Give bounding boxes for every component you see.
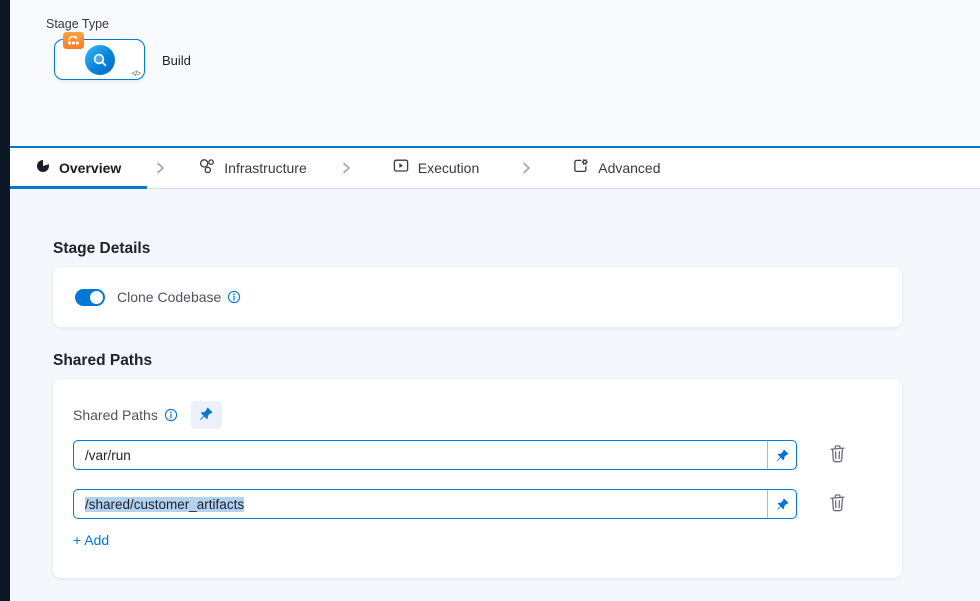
add-path-button[interactable]: + Add [73, 532, 109, 548]
stage-details-card: Clone Codebase [53, 267, 902, 327]
overview-tab-content: Stage Details Clone Codebase Shared Path… [10, 189, 980, 601]
clone-codebase-label: Clone Codebase [117, 289, 221, 305]
tab-overview[interactable]: Overview [10, 148, 147, 188]
chevron-right-icon [153, 148, 167, 188]
overview-icon [36, 159, 50, 178]
runtime-input-pin-button[interactable] [767, 441, 796, 469]
chevron-right-icon [519, 148, 533, 188]
shared-path-input[interactable]: /var/run [73, 440, 797, 470]
shared-paths-pin-button[interactable] [191, 401, 222, 429]
toggle-knob [90, 291, 103, 304]
build-stage-icon [85, 45, 115, 75]
stage-type-label: Stage Type [46, 17, 109, 31]
shared-paths-field-label: Shared Paths [73, 407, 158, 423]
trash-icon [828, 443, 847, 467]
shared-path-value: /shared/customer_artifacts [85, 497, 244, 512]
ci-module-badge-icon [63, 32, 84, 49]
stage-type-value: Build [162, 53, 191, 68]
shared-path-value: /var/run [85, 448, 131, 463]
shared-paths-title: Shared Paths [53, 352, 980, 370]
shared-path-row: /var/run [73, 440, 902, 470]
pin-icon [199, 407, 213, 424]
execution-icon [393, 158, 409, 179]
tab-label: Overview [59, 160, 121, 176]
stage-tab-bar: Overview Infrastructure Execution [10, 146, 980, 189]
shared-path-row: /shared/customer_artifacts [73, 489, 902, 519]
shared-paths-card: Shared Paths [53, 379, 902, 578]
tab-label: Infrastructure [224, 160, 306, 176]
code-icon: </> [131, 69, 140, 78]
tab-label: Execution [418, 160, 479, 176]
tab-label: Advanced [598, 160, 660, 176]
tab-advanced[interactable]: Advanced [539, 148, 694, 188]
runtime-input-pin-button[interactable] [767, 490, 796, 518]
stage-details-title: Stage Details [53, 240, 980, 258]
shared-paths-field-label-row: Shared Paths [73, 401, 902, 429]
stage-type-section: Stage Type </> Build [10, 0, 980, 146]
left-dark-strip [0, 0, 10, 601]
tab-execution[interactable]: Execution [359, 148, 513, 188]
advanced-icon [573, 158, 589, 179]
trash-icon [828, 492, 847, 516]
infrastructure-icon [199, 158, 215, 179]
info-icon[interactable] [227, 290, 241, 304]
shared-path-input[interactable]: /shared/customer_artifacts [73, 489, 797, 519]
info-icon[interactable] [164, 408, 178, 422]
delete-path-button[interactable] [828, 492, 847, 516]
stage-config-page: Stage Type </> Build [0, 0, 980, 601]
tab-infrastructure[interactable]: Infrastructure [173, 148, 332, 188]
chevron-right-icon [339, 148, 353, 188]
delete-path-button[interactable] [828, 443, 847, 467]
stage-type-card[interactable]: </> [54, 39, 145, 80]
clone-codebase-toggle[interactable] [75, 289, 105, 306]
